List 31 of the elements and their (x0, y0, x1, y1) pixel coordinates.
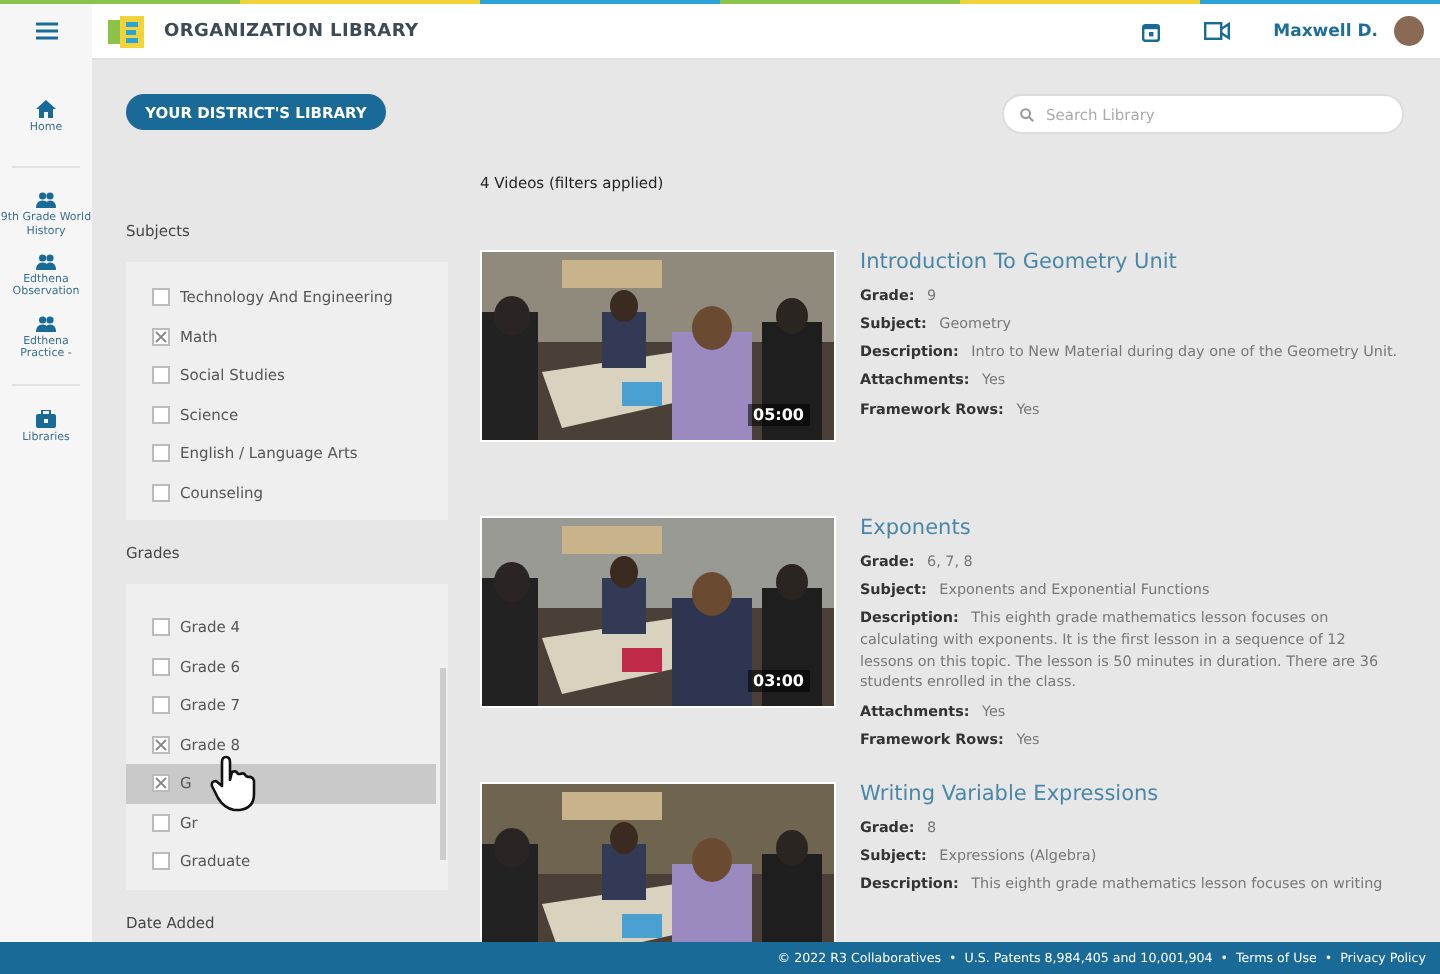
people-icon (36, 192, 56, 209)
checkbox[interactable] (152, 483, 170, 502)
checkbox[interactable] (152, 366, 170, 385)
checkbox[interactable] (152, 288, 170, 307)
logo-icon (108, 15, 148, 47)
briefcase-icon (36, 410, 56, 429)
video-thumbnail[interactable]: 03:00 (480, 516, 836, 708)
checkbox[interactable] (152, 735, 170, 754)
video-camera-icon[interactable] (1203, 22, 1230, 40)
search-icon (1020, 107, 1034, 121)
menu-icon (35, 22, 57, 40)
video-thumbnail[interactable]: 05:00 (480, 250, 836, 442)
checkbox[interactable] (152, 618, 170, 637)
home-icon (36, 100, 56, 118)
video-duration: 05:00 (747, 404, 810, 426)
checkbox[interactable] (152, 852, 170, 871)
avatar[interactable] (1394, 16, 1424, 46)
checkbox[interactable] (152, 774, 170, 793)
checkbox[interactable] (152, 444, 170, 463)
page-title: ORGANIZATION LIBRARY (164, 21, 419, 41)
people-icon (36, 315, 56, 332)
checkbox[interactable] (152, 327, 170, 346)
people-icon (36, 253, 56, 270)
calendar-icon[interactable] (1141, 21, 1160, 41)
checkbox[interactable] (152, 657, 170, 676)
checkbox[interactable] (152, 405, 170, 424)
checkbox[interactable] (152, 696, 170, 715)
checkbox[interactable] (152, 813, 170, 832)
user-name[interactable]: Maxwell D. (1273, 21, 1378, 41)
video-duration: 03:00 (747, 670, 810, 692)
menu-button[interactable] (0, 3, 92, 59)
